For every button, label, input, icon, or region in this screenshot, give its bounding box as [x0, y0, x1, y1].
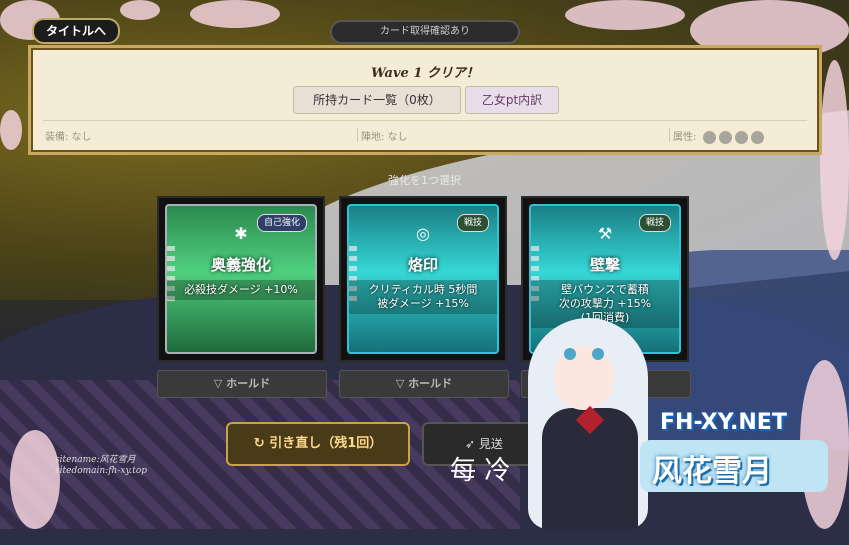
redraw-button[interactable]: ↻ 引き直し（残1回） [226, 422, 410, 466]
blossom-decoration [565, 0, 685, 30]
character-eye [592, 348, 604, 360]
watermark-overlay-text: 每 冷 [450, 456, 511, 486]
wave-title: Wave 1 クリア！ [371, 66, 479, 81]
upgrade-card-1[interactable]: 自己強化 ✱ 奥義強化 必殺技ダメージ +10% [157, 196, 325, 362]
equipment-status: 装備: なし [45, 132, 92, 143]
redraw-label: 引き直し（残1回） [269, 436, 383, 451]
redraw-icon: ↻ [253, 436, 270, 451]
spider-icon: ✱ [234, 224, 248, 243]
blossom-decoration [190, 0, 280, 28]
owned-cards-button[interactable]: 所持カード一覧（0枚） [293, 86, 461, 114]
watermark-logo: 风花雪月 [652, 454, 772, 489]
attribute-label: 属性: [673, 132, 697, 143]
card-desc-line: 壁バウンスで蓄積 [561, 283, 649, 296]
pickaxe-icon: ⚒ [597, 224, 613, 243]
watermark-sitedomain: sitedomain:fh-xy.top [55, 466, 148, 476]
watermark-sitename: sitename:风花雪月 [55, 455, 136, 465]
meta-divider [669, 128, 670, 142]
card-art: 戦技 ◎ 烙印 クリティカル時 5秒間 被ダメージ +15% [347, 204, 499, 354]
card-desc-line: 被ダメージ +15% [377, 297, 469, 310]
blossom-decoration [0, 110, 22, 150]
card-art: 自己強化 ✱ 奥義強化 必殺技ダメージ +10% [165, 204, 317, 354]
card-desc-line: 次の攻撃力 +15% [558, 297, 652, 310]
panel-divider [43, 120, 807, 121]
blossom-decoration [120, 0, 160, 20]
formation-status: 陣地: なし [361, 132, 408, 143]
attribute-status: 属性: [673, 128, 764, 144]
hold-button-2[interactable]: ▽ ホールド [339, 370, 509, 398]
otome-pt-button[interactable]: 乙女pt内訳 [465, 86, 559, 114]
hold-button-1[interactable]: ▽ ホールド [157, 370, 327, 398]
character-eye [564, 348, 576, 360]
attribute-slot-icon [718, 130, 732, 144]
attribute-slot-icon [702, 130, 716, 144]
title-button[interactable]: タイトルへ [32, 18, 121, 44]
attribute-slot-icon [750, 130, 764, 144]
card-desc-line: クリティカル時 5秒間 [368, 283, 478, 296]
character-face [554, 346, 614, 410]
card-description: 必殺技ダメージ +10% [167, 280, 315, 300]
card-name: 奥義強化 [210, 256, 271, 274]
blossom-decoration [820, 60, 849, 260]
upgrade-card-2[interactable]: 戦技 ◎ 烙印 クリティカル時 5秒間 被ダメージ +15% [339, 196, 507, 362]
card-name: 壁撃 [589, 256, 620, 274]
choose-upgrade-label: 強化を1つ選択 [388, 174, 461, 187]
card-confirm-toggle[interactable]: カード取得確認あり [330, 20, 520, 44]
skip-icon: ➶ [465, 437, 479, 451]
character-illustration [520, 318, 660, 529]
watermark-url: FH-XY.NET [660, 410, 787, 435]
blossom-decoration [10, 430, 60, 529]
wave-result-panel: Wave 1 クリア！ 所持カード一覧（0枚） 乙女pt内訳 装備: なし 陣地… [28, 45, 822, 155]
flame-ring-icon: ◎ [416, 224, 430, 243]
card-name: 烙印 [407, 256, 438, 274]
skip-label: 見送 [478, 437, 503, 451]
card-desc-line: 必殺技ダメージ +10% [184, 283, 298, 296]
attribute-slot-icon [734, 130, 748, 144]
meta-divider [357, 128, 358, 142]
card-description: クリティカル時 5秒間 被ダメージ +15% [349, 280, 497, 314]
